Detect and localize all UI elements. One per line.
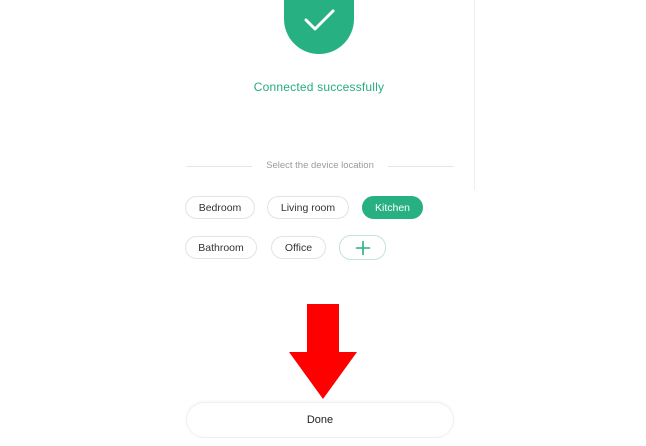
location-chip-bathroom[interactable]: Bathroom — [185, 236, 257, 259]
done-button[interactable]: Done — [186, 402, 454, 438]
device-setup-screen: Connected successfully Select the device… — [0, 0, 646, 446]
location-chip-kitchen[interactable]: Kitchen — [362, 196, 423, 219]
divider — [388, 166, 454, 167]
location-section-header: Select the device location — [186, 158, 454, 176]
location-chip-bedroom[interactable]: Bedroom — [185, 196, 255, 219]
location-chip-office[interactable]: Office — [271, 236, 326, 259]
panel-edge — [474, 0, 475, 190]
success-indicator — [284, 0, 354, 54]
add-location-button[interactable] — [339, 235, 386, 260]
checkmark-icon — [304, 9, 335, 31]
plus-icon — [355, 240, 370, 255]
down-arrow-icon — [289, 304, 357, 399]
connection-status-text: Connected successfully — [253, 80, 385, 94]
location-chip-living-room[interactable]: Living room — [267, 196, 349, 219]
